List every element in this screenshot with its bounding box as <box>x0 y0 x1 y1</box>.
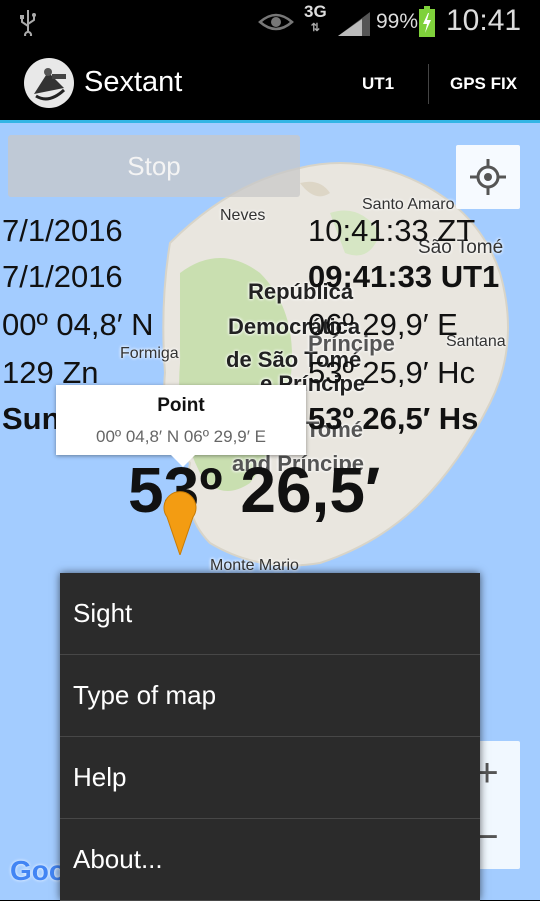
info-window-title: Point <box>157 395 205 416</box>
app-logo <box>24 58 74 108</box>
sextant-logo-icon <box>34 68 66 101</box>
longitude-readout: 06º 29,9′ E <box>308 307 458 342</box>
info-window-coords: 00º 04,8′ N 06º 29,9′ E <box>95 427 267 446</box>
status-bar: 3G ⇅ 99% 10:41 <box>0 0 540 44</box>
marker-info-window[interactable]: Point 00º 04,8′ N 06º 29,9′ E <box>56 385 306 467</box>
map-label-neves: Neves <box>220 207 266 224</box>
date-zt: 7/1/2016 <box>2 213 123 248</box>
gps-fix-button[interactable]: GPS FIX <box>450 74 517 94</box>
hc-readout: 53º 25,9′ Hc <box>308 355 476 390</box>
latitude-readout: 00º 04,8′ N <box>2 307 154 342</box>
menu-item-sight[interactable]: Sight <box>60 573 480 655</box>
date-ut1: 7/1/2016 <box>2 259 123 294</box>
action-divider <box>428 64 429 104</box>
my-location-button[interactable] <box>456 145 520 209</box>
app-title: Sextant <box>84 66 183 98</box>
usb-icon <box>20 10 36 36</box>
overflow-menu: Sight Type of map Help About... <box>60 573 480 901</box>
action-bar: Sextant UT1 GPS FIX <box>0 44 540 123</box>
ut1-button[interactable]: UT1 <box>362 74 394 94</box>
time-zt: 10:41:33 ZT <box>308 213 476 248</box>
status-clock: 10:41 <box>446 4 522 37</box>
stop-button[interactable]: Stop <box>8 135 300 197</box>
menu-item-about[interactable]: About... <box>60 819 480 901</box>
crosshair-icon <box>470 159 506 195</box>
network-type: 3G ⇅ <box>304 2 327 34</box>
time-ut1: 09:41:33 UT1 <box>308 259 500 294</box>
map-label-santo-amaro: Santo Amaro <box>362 196 455 213</box>
menu-item-type-of-map[interactable]: Type of map <box>60 655 480 737</box>
eye-icon <box>258 13 294 31</box>
menu-item-help[interactable]: Help <box>60 737 480 819</box>
map-pin-icon[interactable] <box>162 485 198 555</box>
hs-readout: 53º 26,5′ Hs <box>308 401 479 436</box>
battery-charging-icon <box>419 6 435 37</box>
battery-percent: 99% <box>376 10 419 33</box>
map-label-formiga: Formiga <box>120 345 179 362</box>
signal-icon <box>338 12 370 36</box>
